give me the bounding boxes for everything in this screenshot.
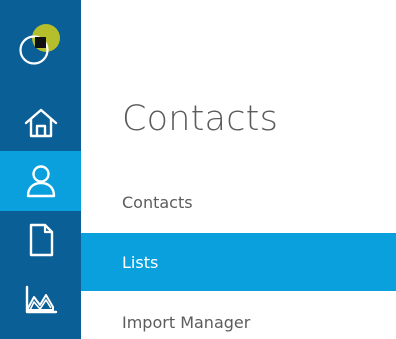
home-icon bbox=[24, 108, 57, 138]
user-icon bbox=[26, 165, 55, 198]
chart-icon bbox=[25, 285, 57, 314]
document-icon bbox=[29, 223, 53, 257]
nav-item-lists[interactable]: Lists bbox=[81, 233, 396, 291]
panel-title: Contacts bbox=[122, 99, 279, 139]
rail-item-contacts[interactable] bbox=[0, 151, 81, 211]
secondary-panel: Contacts Contacts Lists Import Manager bbox=[81, 0, 396, 339]
rail-item-reports[interactable] bbox=[0, 270, 81, 330]
app-window: Contacts Contacts Lists Import Manager bbox=[0, 0, 396, 339]
nav-item-contacts[interactable]: Contacts bbox=[81, 173, 396, 231]
logo-mark-icon bbox=[19, 24, 60, 65]
app-logo[interactable] bbox=[16, 20, 66, 70]
rail-item-documents[interactable] bbox=[0, 210, 81, 270]
icon-rail bbox=[0, 0, 81, 339]
nav-item-import-manager[interactable]: Import Manager bbox=[81, 293, 396, 339]
rail-item-home[interactable] bbox=[0, 93, 81, 153]
